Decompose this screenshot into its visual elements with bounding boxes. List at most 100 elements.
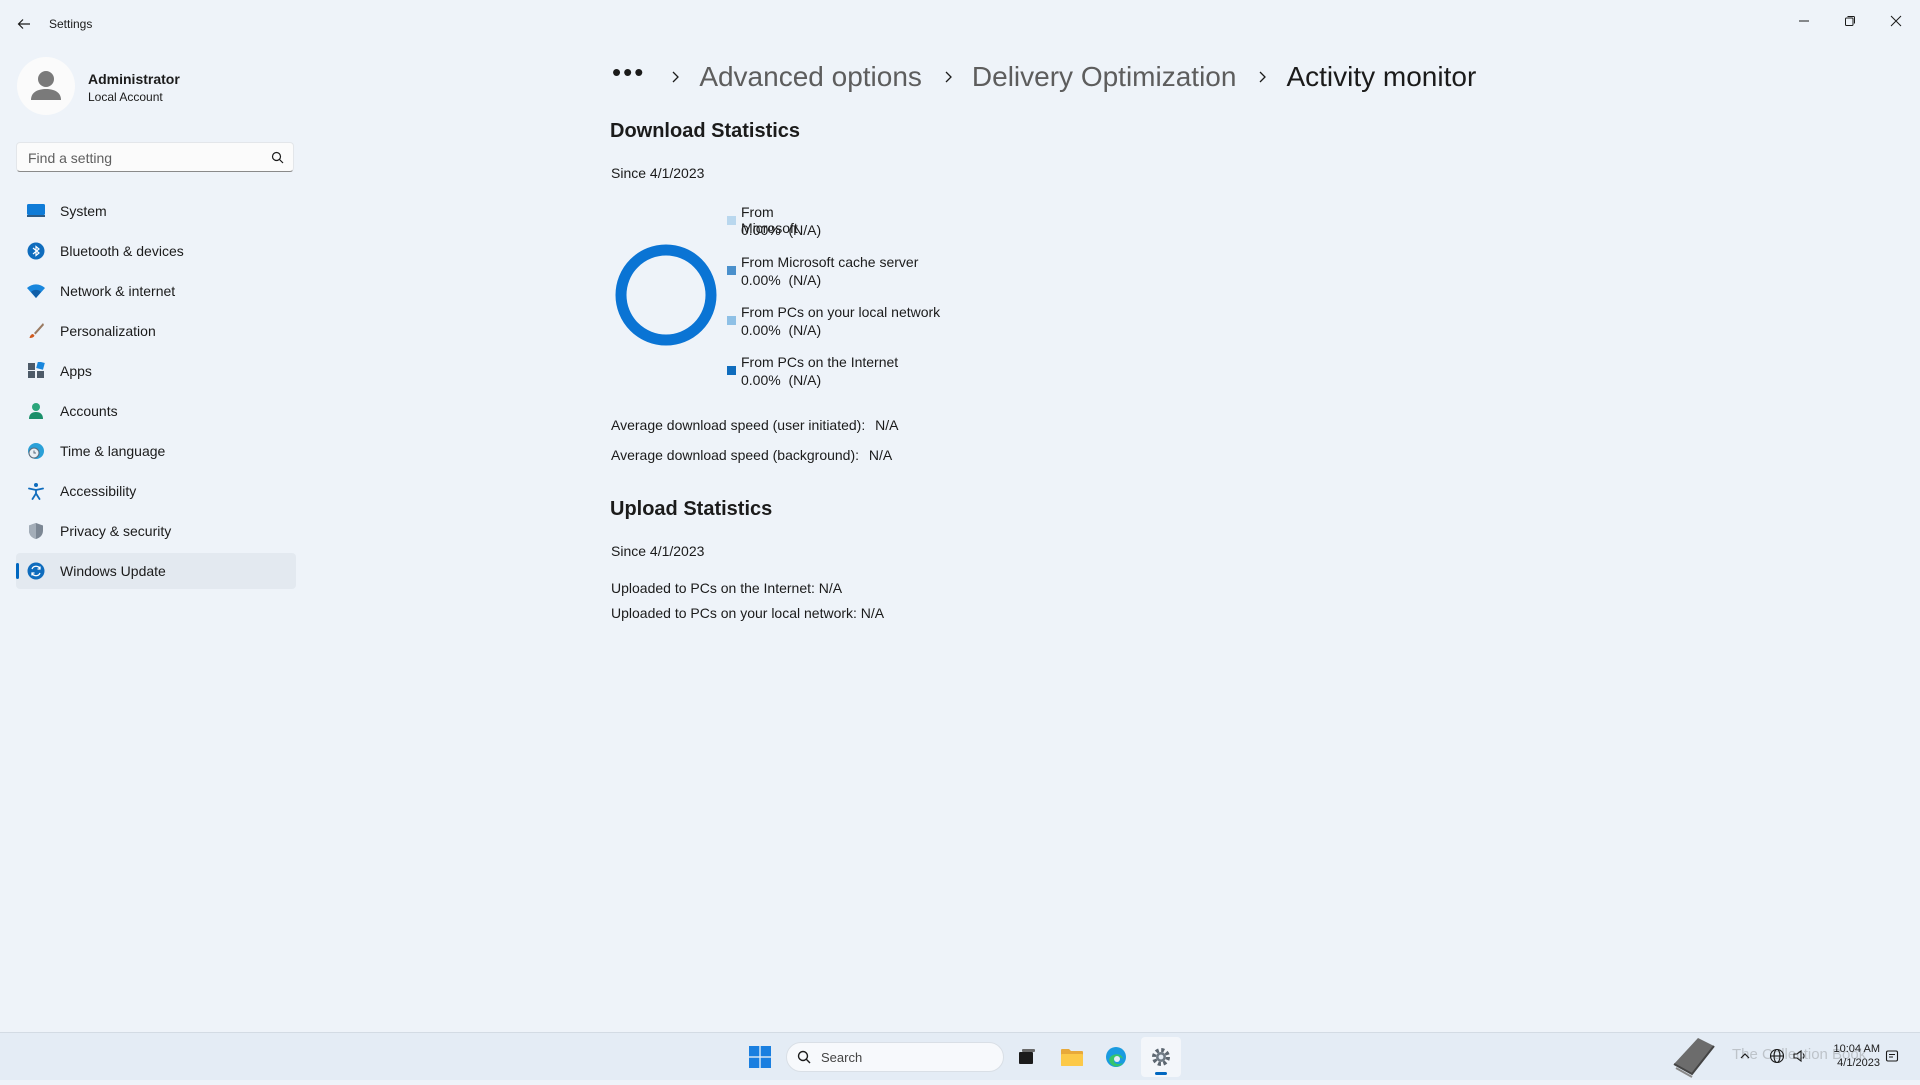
sidebar-item-bluetooth[interactable]: Bluetooth & devices [16,233,296,269]
legend-value: 0.00% (N/A) [741,272,822,288]
chevron-right-icon [1254,69,1270,85]
sidebar-item-label: System [60,203,107,219]
notifications-button[interactable] [1883,1047,1901,1065]
search-icon[interactable] [271,151,284,164]
accessibility-icon [26,481,46,501]
sidebar-item-label: Privacy & security [60,523,172,539]
sidebar-item-accounts[interactable]: Accounts [16,393,296,429]
legend-value: 0.00% (N/A) [741,222,822,238]
legend-swatch [727,266,736,275]
sidebar-item-label: Personalization [60,323,156,339]
back-button[interactable] [10,12,38,36]
settings-taskbar-button[interactable] [1141,1037,1181,1077]
chevron-up-icon [1740,1053,1750,1059]
donut-ring [615,244,717,346]
user-name: Administrator [88,71,180,87]
breadcrumb-advanced-options[interactable]: Advanced options [699,61,922,93]
sidebar-item-label: Accessibility [60,483,137,499]
sidebar-item-label: Windows Update [60,563,166,579]
clock-time: 10:04 AM [1833,1043,1880,1055]
clock-date: 4/1/2023 [1837,1057,1880,1069]
download-donut-chart [611,240,721,350]
update-icon [26,561,46,581]
search-input[interactable] [26,148,270,168]
notification-icon [1885,1050,1899,1062]
close-icon [1890,15,1902,27]
shield-icon [26,521,46,541]
uploaded-local-network: Uploaded to PCs on your local network: N… [611,605,885,621]
taskbar-search[interactable]: Search [786,1042,1004,1072]
breadcrumb-delivery-optimization[interactable]: Delivery Optimization [972,61,1237,93]
avg-speed-user-value: N/A [875,417,899,433]
back-arrow-icon [17,19,30,29]
task-view-button[interactable] [1007,1037,1047,1077]
sidebar-nav: System Bluetooth & devices Network & int… [16,193,296,593]
file-explorer-button[interactable] [1052,1037,1092,1077]
bluetooth-icon [26,241,46,261]
sidebar-item-label: Time & language [60,443,166,459]
uploaded-internet: Uploaded to PCs on the Internet: N/A [611,580,843,596]
legend-label: From PCs on your local network [741,304,941,320]
avg-speed-background-value: N/A [868,447,893,463]
upload-statistics-heading: Upload Statistics [610,498,773,520]
close-button[interactable] [1873,6,1919,36]
legend-label: From Microsoft cache server [741,254,919,270]
legend-value: 0.00% (N/A) [741,372,822,388]
taskbar-search-label: Search [821,1049,863,1065]
book-icon [1668,1034,1720,1085]
system-icon [26,201,46,221]
wifi-icon [26,281,46,301]
avatar[interactable] [17,57,75,115]
sidebar-item-label: Bluetooth & devices [60,243,184,259]
sidebar-item-apps[interactable]: Apps [16,353,296,389]
start-button[interactable] [740,1037,780,1077]
avg-speed-background-row: Average download speed (background): N/A [611,447,892,463]
edge-button[interactable] [1096,1037,1136,1077]
chevron-right-icon [940,69,956,85]
sidebar-item-time-language[interactable]: Time & language [16,433,296,469]
legend-swatch [727,366,736,375]
task-view-icon [1019,1049,1035,1064]
restore-button[interactable] [1827,6,1873,36]
minimize-button[interactable] [1781,6,1827,36]
sidebar-item-system[interactable]: System [16,193,296,229]
sidebar-item-privacy[interactable]: Privacy & security [16,513,296,549]
legend-label: From PCs on the Internet [741,354,899,370]
sidebar-item-network[interactable]: Network & internet [16,273,296,309]
legend-swatch [727,216,736,225]
avg-speed-user-row: Average download speed (user initiated):… [611,417,898,433]
avg-speed-background-label: Average download speed (background): [611,447,860,463]
globe-clock-icon [26,441,46,461]
avg-speed-user-label: Average download speed (user initiated): [611,417,866,433]
breadcrumb: ••• Advanced options Delivery Optimizati… [612,55,1476,99]
sidebar-item-personalization[interactable]: Personalization [16,313,296,349]
download-statistics-heading: Download Statistics [610,120,801,142]
legend-swatch [727,316,736,325]
settings-search[interactable] [16,142,294,172]
user-placeholder-icon [31,71,61,100]
speaker-icon [1793,1049,1805,1063]
account-type: Local Account [88,90,163,104]
download-since: Since 4/1/2023 [611,165,705,181]
chevron-right-icon [667,69,683,85]
page-title: Activity monitor [1286,61,1477,92]
sidebar-item-label: Network & internet [60,283,176,299]
title-bar: Settings [0,0,1920,48]
restore-icon [1845,16,1855,26]
globe-icon [1769,1048,1785,1064]
breadcrumb-overflow-button[interactable]: ••• [612,59,645,85]
network-tray-button[interactable] [1768,1047,1786,1065]
apps-icon [26,361,46,381]
sidebar-item-label: Accounts [60,403,118,419]
taskbar-clock[interactable]: 10:04 AM 4/1/2023 [1820,1042,1880,1070]
search-icon [797,1050,811,1064]
edge-browser-icon [1106,1047,1126,1067]
window-title: Settings [49,17,93,31]
legend-value: 0.00% (N/A) [741,322,822,338]
volume-tray-button[interactable] [1791,1047,1809,1065]
show-hidden-icons-button[interactable] [1736,1047,1754,1065]
sidebar-item-label: Apps [60,363,92,379]
sidebar-item-accessibility[interactable]: Accessibility [16,473,296,509]
sidebar-item-windows-update[interactable]: Windows Update [16,553,296,589]
minimize-icon [1799,20,1809,22]
